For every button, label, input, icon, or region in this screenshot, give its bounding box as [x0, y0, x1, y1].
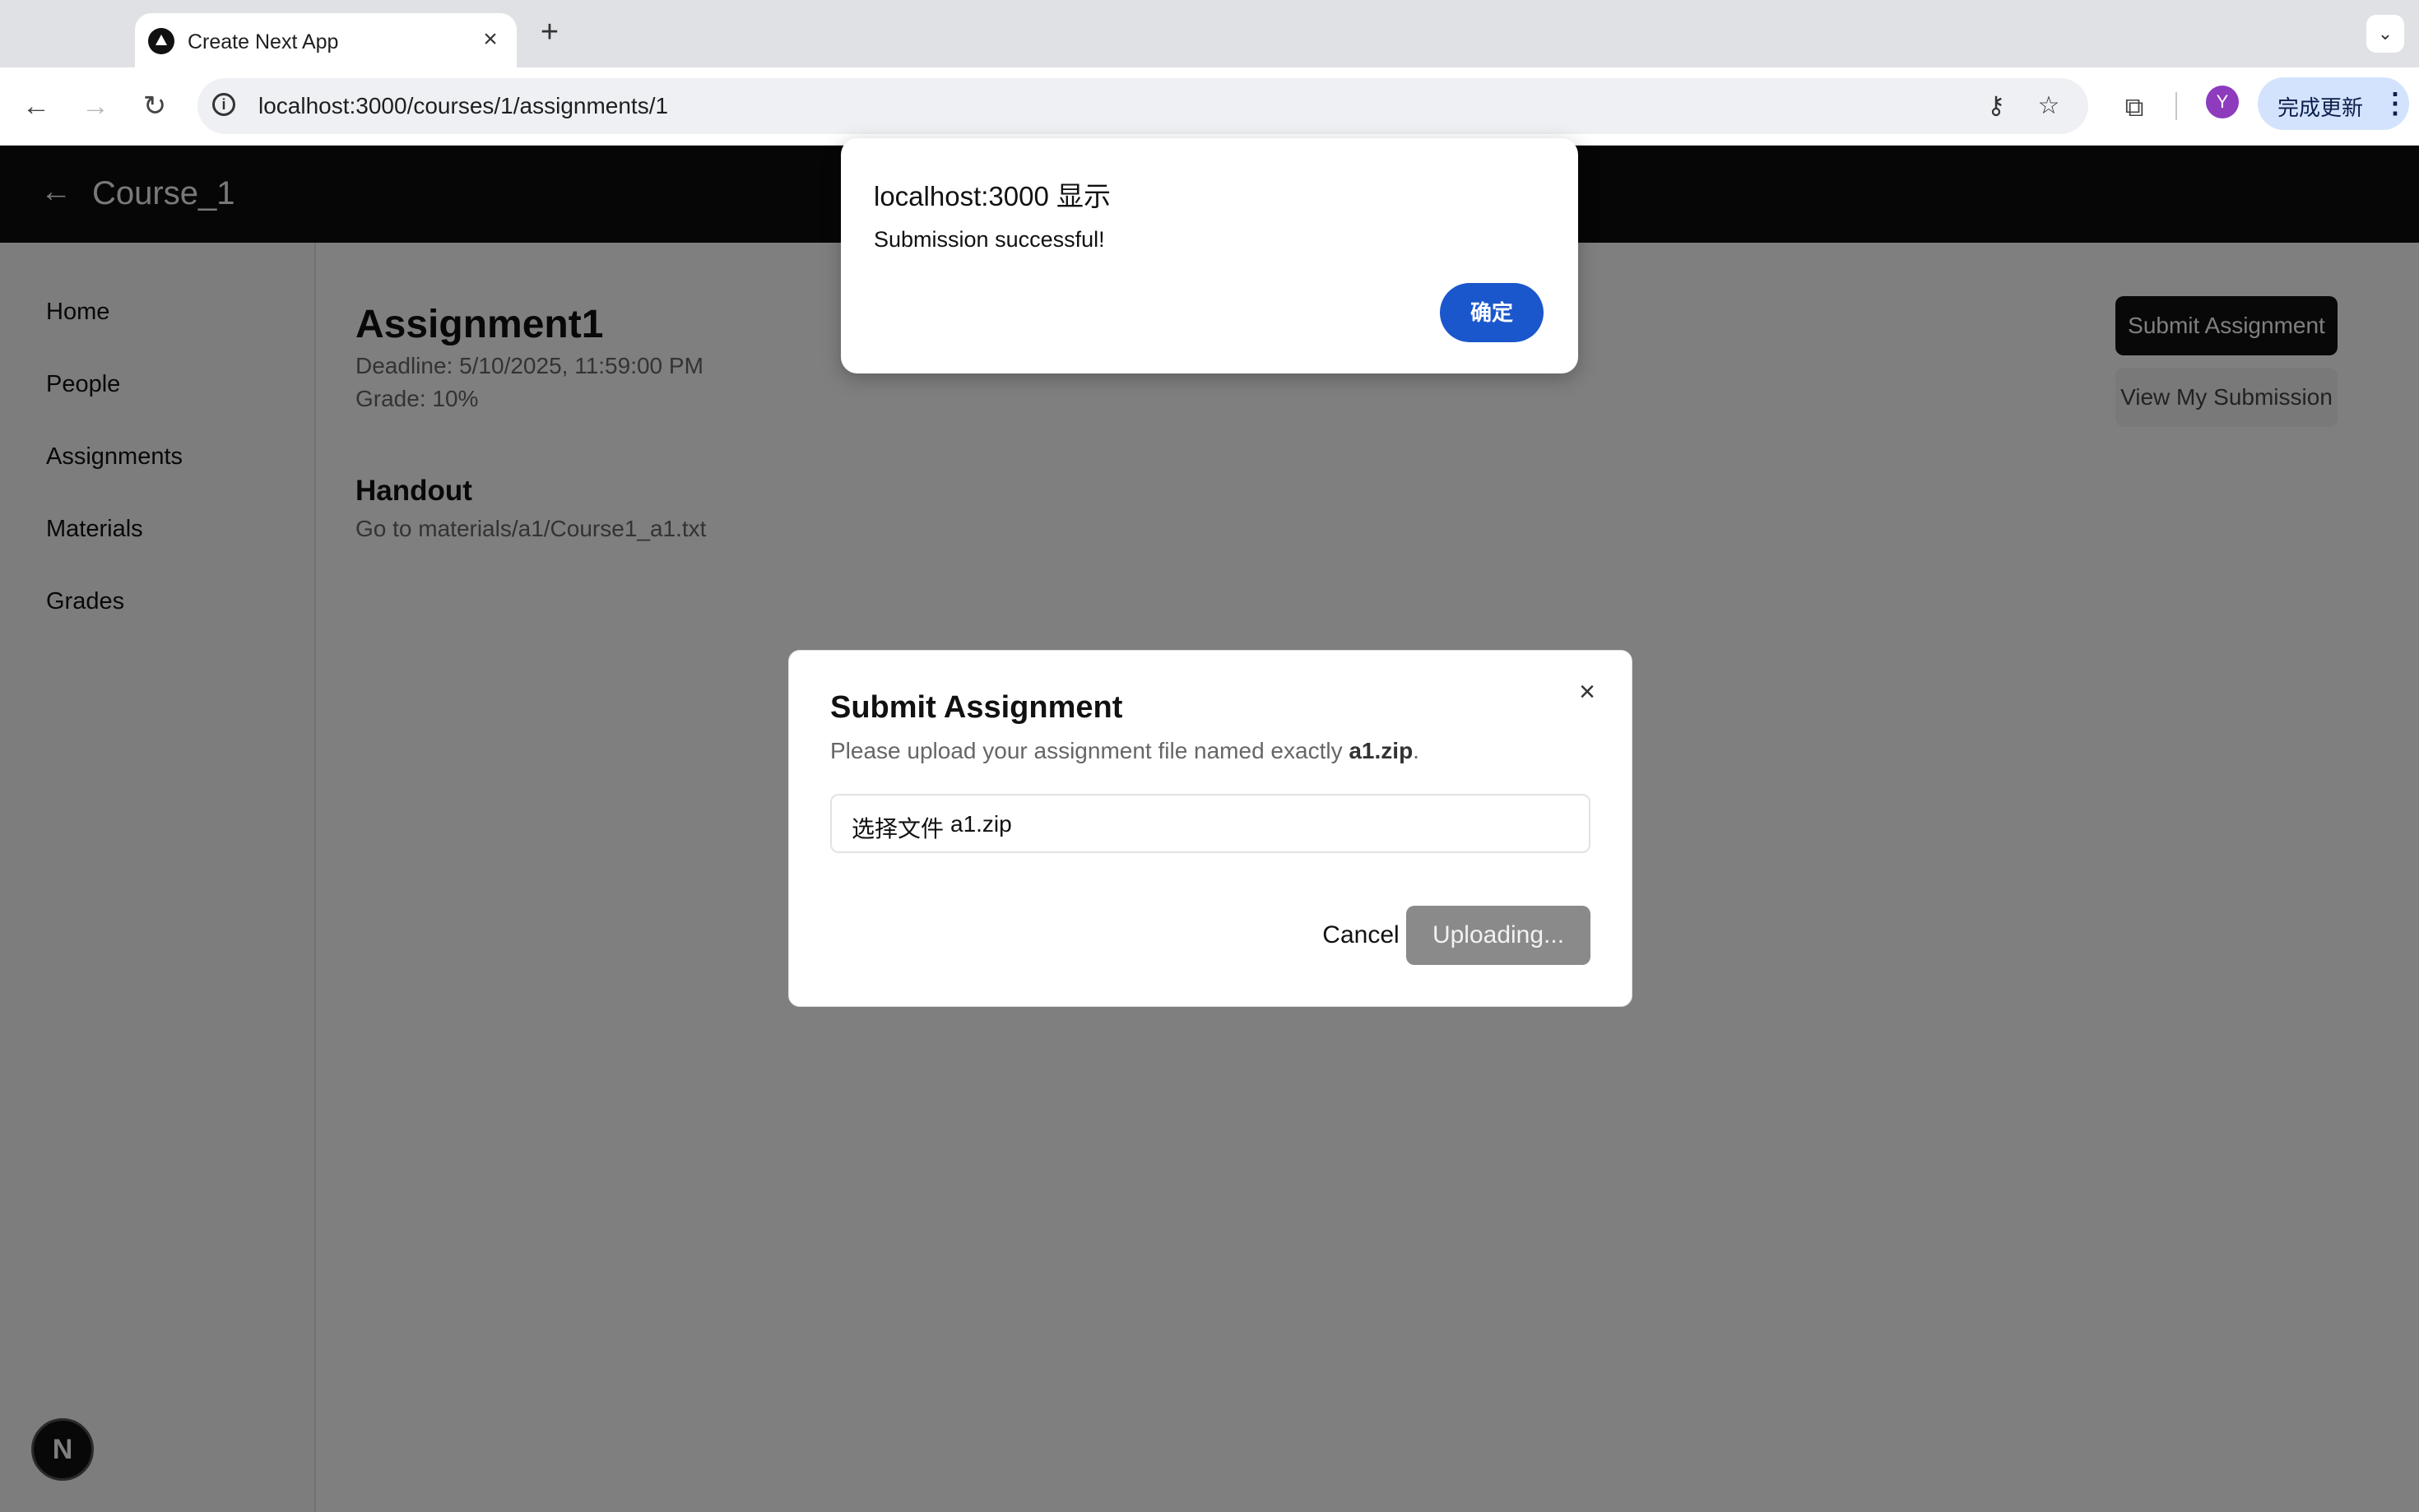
tab-search-chevron-icon[interactable]: ⌄ [2366, 15, 2404, 53]
url-text[interactable]: localhost:3000/courses/1/assignments/1 [258, 93, 668, 119]
reload-icon[interactable]: ↻ [135, 87, 174, 127]
choose-file-button[interactable]: 选择文件 [852, 811, 944, 844]
browser-alert-dialog: localhost:3000 显示 Submission successful!… [841, 138, 1578, 373]
browser-tab[interactable]: Create Next App × [135, 13, 517, 67]
browser-tabstrip: Create Next App × + ⌄ [0, 0, 2419, 67]
modal-desc-prefix: Please upload your assignment file named… [830, 738, 1349, 763]
modal-desc-filename: a1.zip [1349, 738, 1414, 763]
bookmark-star-icon[interactable]: ☆ [2032, 90, 2065, 123]
selected-file-name: a1.zip [950, 811, 1012, 837]
tab-close-icon[interactable]: × [476, 25, 505, 54]
uploading-button[interactable]: Uploading... [1406, 906, 1590, 965]
modal-desc-suffix: . [1413, 738, 1419, 763]
nextjs-favicon-icon [148, 28, 174, 54]
forward-arrow-icon[interactable]: → [76, 87, 115, 127]
browser-menu-icon[interactable]: ⋮ [2381, 86, 2409, 122]
modal-description: Please upload your assignment file named… [830, 738, 1419, 764]
update-label: 完成更新 [2277, 95, 2364, 120]
toolbar-divider [2175, 92, 2177, 120]
alert-title: localhost:3000 显示 [874, 181, 1111, 211]
modal-title: Submit Assignment [830, 690, 1123, 725]
extensions-puzzle-icon[interactable]: ⧉ [2115, 87, 2154, 127]
new-tab-icon[interactable]: + [532, 15, 568, 51]
alert-message: Submission successful! [874, 227, 1105, 252]
tab-title: Create Next App [188, 30, 339, 53]
back-arrow-icon[interactable]: ← [16, 87, 56, 127]
update-chip-button[interactable]: 完成更新 ⋮ [2258, 77, 2409, 130]
site-info-icon[interactable]: i [212, 93, 235, 116]
password-key-icon[interactable]: ⚷ [1980, 90, 2013, 123]
submit-assignment-modal: × Submit Assignment Please upload your a… [788, 650, 1632, 1007]
address-bar[interactable]: i localhost:3000/courses/1/assignments/1… [197, 78, 2088, 134]
browser-toolbar: ← → ↻ i localhost:3000/courses/1/assignm… [0, 67, 2419, 146]
alert-ok-button[interactable]: 确定 [1440, 283, 1544, 342]
close-icon[interactable]: × [1571, 675, 1604, 708]
profile-avatar[interactable]: Y [2206, 86, 2239, 118]
file-input[interactable]: 选择文件 a1.zip [830, 794, 1590, 853]
